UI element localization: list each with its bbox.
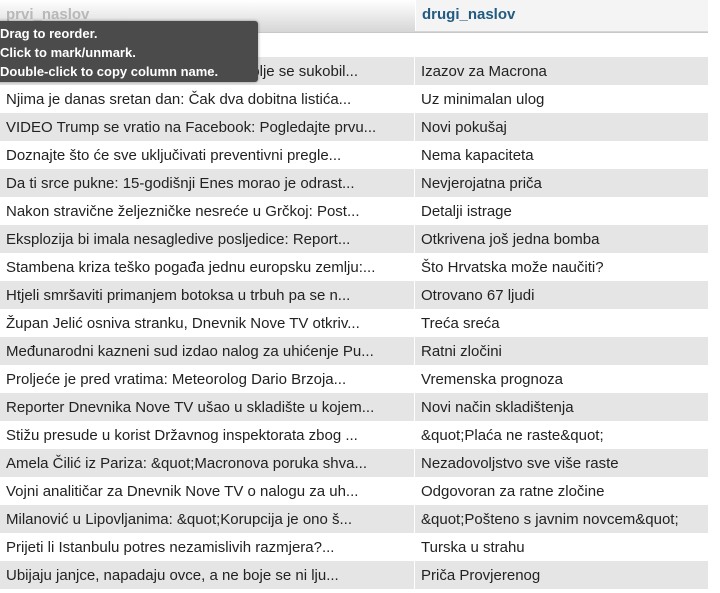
cell-drugi-naslov[interactable]: Treća sreća <box>415 309 708 337</box>
cell-drugi-naslov[interactable]: Novi način skladištenja <box>415 393 708 421</box>
cell-drugi-naslov[interactable]: Vremenska prognoza <box>415 365 708 393</box>
table-row[interactable]: Amela Čilić iz Pariza: &quot;Macronova p… <box>0 449 708 477</box>
table-row[interactable]: Da ti srce pukne: 15-godišnji Enes morao… <box>0 169 708 197</box>
cell-drugi-naslov[interactable]: Otkrivena još jedna bomba <box>415 225 708 253</box>
cell-prvi-naslov[interactable]: Vojni analitičar za Dnevnik Nove TV o na… <box>0 477 415 505</box>
cell-drugi-naslov[interactable]: Nevjerojatna priča <box>415 169 708 197</box>
cell-drugi-naslov[interactable]: Što Hrvatska može naučiti? <box>415 253 708 281</box>
cell-prvi-naslov[interactable]: Milanović u Lipovljanima: &quot;Korupcij… <box>0 505 415 533</box>
cell-prvi-naslov[interactable]: Da ti srce pukne: 15-godišnji Enes morao… <box>0 169 415 197</box>
tooltip-line: Drag to reorder. <box>0 26 98 41</box>
cell-prvi-naslov[interactable]: Htjeli smršaviti primanjem botoksa u trb… <box>0 281 415 309</box>
cell-prvi-naslov[interactable]: Reporter Dnevnika Nove TV ušao u skladiš… <box>0 393 415 421</box>
cell-drugi-naslov[interactable]: Nema kapaciteta <box>415 141 708 169</box>
cell-prvi-naslov[interactable]: Stižu presude u korist Državnog inspekto… <box>0 421 415 449</box>
cell-prvi-naslov[interactable]: Međunarodni kazneni sud izdao nalog za u… <box>0 337 415 365</box>
table-row[interactable]: Stižu presude u korist Državnog inspekto… <box>0 421 708 449</box>
cell-prvi-naslov[interactable]: Ubijaju janjce, napadaju ovce, a ne boje… <box>0 561 415 589</box>
cell-drugi-naslov[interactable]: Novi pokušaj <box>415 113 708 141</box>
results-table: prvi_naslov drugi_naslov Dolje se sukobi… <box>0 0 708 589</box>
cell-prvi-naslov[interactable]: Doznajte što će sve uključivati preventi… <box>0 141 415 169</box>
table-row[interactable]: Milanović u Lipovljanima: &quot;Korupcij… <box>0 505 708 533</box>
column-tooltip: Drag to reorder. Click to mark/unmark. D… <box>0 21 258 82</box>
cell-prvi-naslov[interactable]: Proljeće je pred vratima: Meteorolog Dar… <box>0 365 415 393</box>
table-row[interactable]: Međunarodni kazneni sud izdao nalog za u… <box>0 337 708 365</box>
table-row[interactable]: Proljeće je pred vratima: Meteorolog Dar… <box>0 365 708 393</box>
table-body: Njima je danas sretan dan: Čak dva dobit… <box>0 85 708 589</box>
table-row[interactable]: Doznajte što će sve uključivati preventi… <box>0 141 708 169</box>
cell-prvi-naslov[interactable]: Stambena kriza teško pogađa jednu europs… <box>0 253 415 281</box>
cell-drugi-naslov[interactable]: Izazov za Macrona <box>415 57 708 85</box>
cell-prvi-naslov[interactable]: Amela Čilić iz Pariza: &quot;Macronova p… <box>0 449 415 477</box>
table-row[interactable]: Nakon stravične željezničke nesreće u Gr… <box>0 197 708 225</box>
cell-drugi-naslov[interactable]: Ratni zločini <box>415 337 708 365</box>
tooltip-line: Double-click to copy column name. <box>0 64 219 79</box>
cell-drugi-naslov[interactable]: Nezadovoljstvo sve više raste <box>415 449 708 477</box>
table-row[interactable]: Prijeti li Istanbulu potres nezamislivih… <box>0 533 708 561</box>
cell-drugi-naslov[interactable]: Otrovano 67 ljudi <box>415 281 708 309</box>
cell-drugi-naslov[interactable]: Uz minimalan ulog <box>415 85 708 113</box>
table-row[interactable]: Njima je danas sretan dan: Čak dva dobit… <box>0 85 708 113</box>
cell-prvi-naslov[interactable]: Prijeti li Istanbulu potres nezamislivih… <box>0 533 415 561</box>
column-header-drugi-naslov[interactable]: drugi_naslov <box>415 0 708 31</box>
table-row[interactable]: Htjeli smršaviti primanjem botoksa u trb… <box>0 281 708 309</box>
table-row[interactable]: Reporter Dnevnika Nove TV ušao u skladiš… <box>0 393 708 421</box>
cell-prvi-naslov[interactable]: Nakon stravične željezničke nesreće u Gr… <box>0 197 415 225</box>
cell-prvi-naslov[interactable]: Župan Jelić osniva stranku, Dnevnik Nove… <box>0 309 415 337</box>
table-row[interactable]: Vojni analitičar za Dnevnik Nove TV o na… <box>0 477 708 505</box>
table-row[interactable]: VIDEO Trump se vratio na Facebook: Pogle… <box>0 113 708 141</box>
cell-drugi-naslov[interactable]: Detalji istrage <box>415 197 708 225</box>
table-row[interactable]: Eksplozija bi imala nesagledive posljedi… <box>0 225 708 253</box>
cell-prvi-naslov[interactable]: VIDEO Trump se vratio na Facebook: Pogle… <box>0 113 415 141</box>
cell-prvi-naslov[interactable]: Eksplozija bi imala nesagledive posljedi… <box>0 225 415 253</box>
cell-drugi-naslov[interactable]: &quot;Pošteno s javnim novcem&quot; <box>415 505 708 533</box>
cell-drugi-naslov[interactable]: &quot;Plaća ne raste&quot; <box>415 421 708 449</box>
cell-drugi-naslov[interactable]: Odgovoran za ratne zločine <box>415 477 708 505</box>
cell-prvi-naslov[interactable]: Njima je danas sretan dan: Čak dva dobit… <box>0 85 415 113</box>
tooltip-line: Click to mark/unmark. <box>0 45 136 60</box>
cell-drugi-naslov[interactable]: Turska u strahu <box>415 533 708 561</box>
cell-drugi-naslov[interactable] <box>415 33 708 57</box>
cell-drugi-naslov[interactable]: Priča Provjerenog <box>415 561 708 589</box>
table-row[interactable]: Župan Jelić osniva stranku, Dnevnik Nove… <box>0 309 708 337</box>
table-row[interactable]: Stambena kriza teško pogađa jednu europs… <box>0 253 708 281</box>
table-row[interactable]: Ubijaju janjce, napadaju ovce, a ne boje… <box>0 561 708 589</box>
